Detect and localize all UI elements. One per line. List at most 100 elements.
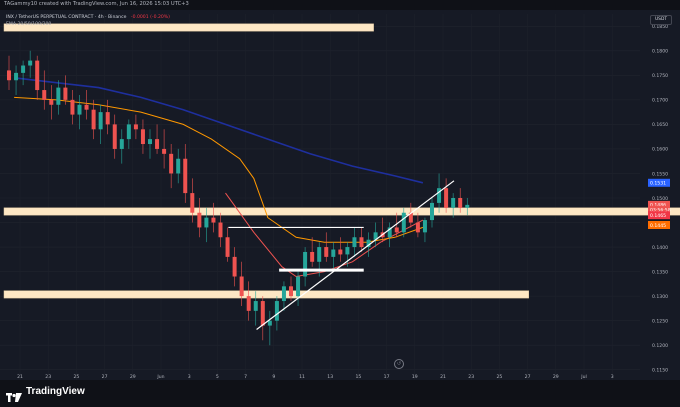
ema-line: [225, 192, 424, 278]
candle: [183, 144, 188, 203]
candle-body: [289, 286, 293, 297]
creator-caption: TAGammy10 created with TradingView.com, …: [4, 1, 189, 7]
candle-body: [140, 129, 145, 145]
candle-body: [63, 87, 68, 100]
candle-body: [7, 70, 11, 81]
candle-body: [394, 227, 399, 233]
candle-body: [56, 87, 61, 105]
candle: [176, 148, 181, 184]
candle: [84, 90, 89, 120]
y-tick-label: 0.1700: [652, 98, 668, 104]
ema-line: [14, 77, 424, 184]
candle: [162, 129, 167, 169]
candle: [42, 70, 47, 110]
candle: [190, 178, 195, 223]
sr-zone: [3, 207, 680, 216]
tradingview-logo-icon: [6, 387, 22, 402]
symbol-title[interactable]: INX / TetherUS PERPETUAL CONTRACT · 4h ·…: [6, 15, 126, 20]
candle-body: [338, 249, 343, 255]
candle-body: [317, 247, 322, 262]
price-chart[interactable]: 0.18500.18000.17500.17000.16500.16000.15…: [0, 10, 680, 407]
price-tags: 0.15310.148603:56:580.14650.1445: [648, 178, 671, 229]
candle: [260, 296, 265, 341]
candle-body: [401, 212, 406, 233]
candle-body: [98, 112, 103, 130]
candle-body: [176, 158, 181, 174]
candle: [430, 198, 434, 228]
candle: [359, 227, 364, 252]
y-tick-label: 0.1600: [652, 147, 668, 153]
candle-body: [415, 222, 420, 233]
candle-body: [267, 320, 272, 326]
price-tag-label: 0.1465: [650, 213, 666, 219]
candle: [105, 99, 110, 135]
candle: [91, 99, 96, 140]
candle-body: [119, 139, 124, 149]
candle-body: [232, 256, 237, 277]
candle: [408, 202, 413, 228]
candle-body: [422, 220, 427, 233]
candle: [197, 198, 202, 238]
candle-body: [197, 212, 202, 228]
y-tick-label: 0.1200: [652, 343, 668, 349]
candle: [56, 80, 61, 115]
candle: [218, 212, 223, 248]
candle: [21, 60, 26, 86]
candle: [225, 227, 230, 262]
candle-body: [211, 217, 216, 223]
candle-body: [35, 60, 40, 91]
candle-body: [430, 202, 434, 221]
y-tick-label: 0.1550: [652, 171, 668, 177]
candle: [232, 247, 237, 287]
candle: [352, 227, 357, 257]
ema-legend[interactable]: EMA 20/50/100/200: [6, 22, 170, 29]
candle: [296, 271, 301, 306]
candle-body: [77, 104, 82, 115]
candle: [126, 119, 131, 149]
candle-body: [451, 198, 456, 208]
candle: [239, 261, 244, 306]
candle-body: [253, 301, 258, 311]
y-tick-label: 0.1350: [652, 269, 668, 275]
reset-view-button[interactable]: ↺: [394, 359, 404, 369]
candle-body: [204, 217, 209, 228]
candle-body: [225, 237, 230, 257]
grid-lines: [0, 14, 640, 382]
candle-body: [444, 188, 449, 208]
sr-zone: [3, 290, 529, 299]
bottom-bar: TradingView: [0, 380, 680, 407]
tradingview-logo[interactable]: TradingView: [6, 386, 85, 402]
candle-body: [126, 124, 131, 140]
candle-body: [112, 124, 117, 149]
candle-body: [296, 276, 301, 297]
y-tick-label: 0.1300: [652, 294, 668, 300]
candle: [422, 217, 427, 243]
candle-body: [148, 139, 152, 145]
candle-body: [70, 99, 75, 115]
candle-body: [190, 193, 195, 213]
candle: [415, 212, 420, 238]
candle: [338, 237, 343, 262]
currency-badge[interactable]: USDT: [650, 15, 672, 25]
candle: [281, 281, 286, 311]
price-tag: 0.1465: [648, 211, 670, 220]
candle-body: [352, 237, 357, 248]
candle-body: [14, 72, 19, 81]
candle-body: [274, 301, 279, 321]
y-tick-label: 0.1750: [652, 73, 668, 79]
y-tick-label: 0.1150: [652, 368, 668, 374]
candle-body: [162, 148, 167, 154]
candle-body: [91, 109, 96, 130]
candle: [28, 50, 33, 78]
candle: [246, 281, 251, 321]
candle-body: [281, 286, 286, 302]
brand-name: TradingView: [26, 386, 85, 397]
candle-body: [331, 249, 336, 257]
candle: [444, 178, 449, 213]
price-axis: 0.18500.18000.17500.17000.16500.16000.15…: [652, 24, 668, 373]
candle: [70, 90, 75, 125]
candle: [155, 124, 160, 154]
candle: [7, 55, 11, 91]
candle: [148, 129, 152, 159]
candle-body: [359, 237, 364, 248]
